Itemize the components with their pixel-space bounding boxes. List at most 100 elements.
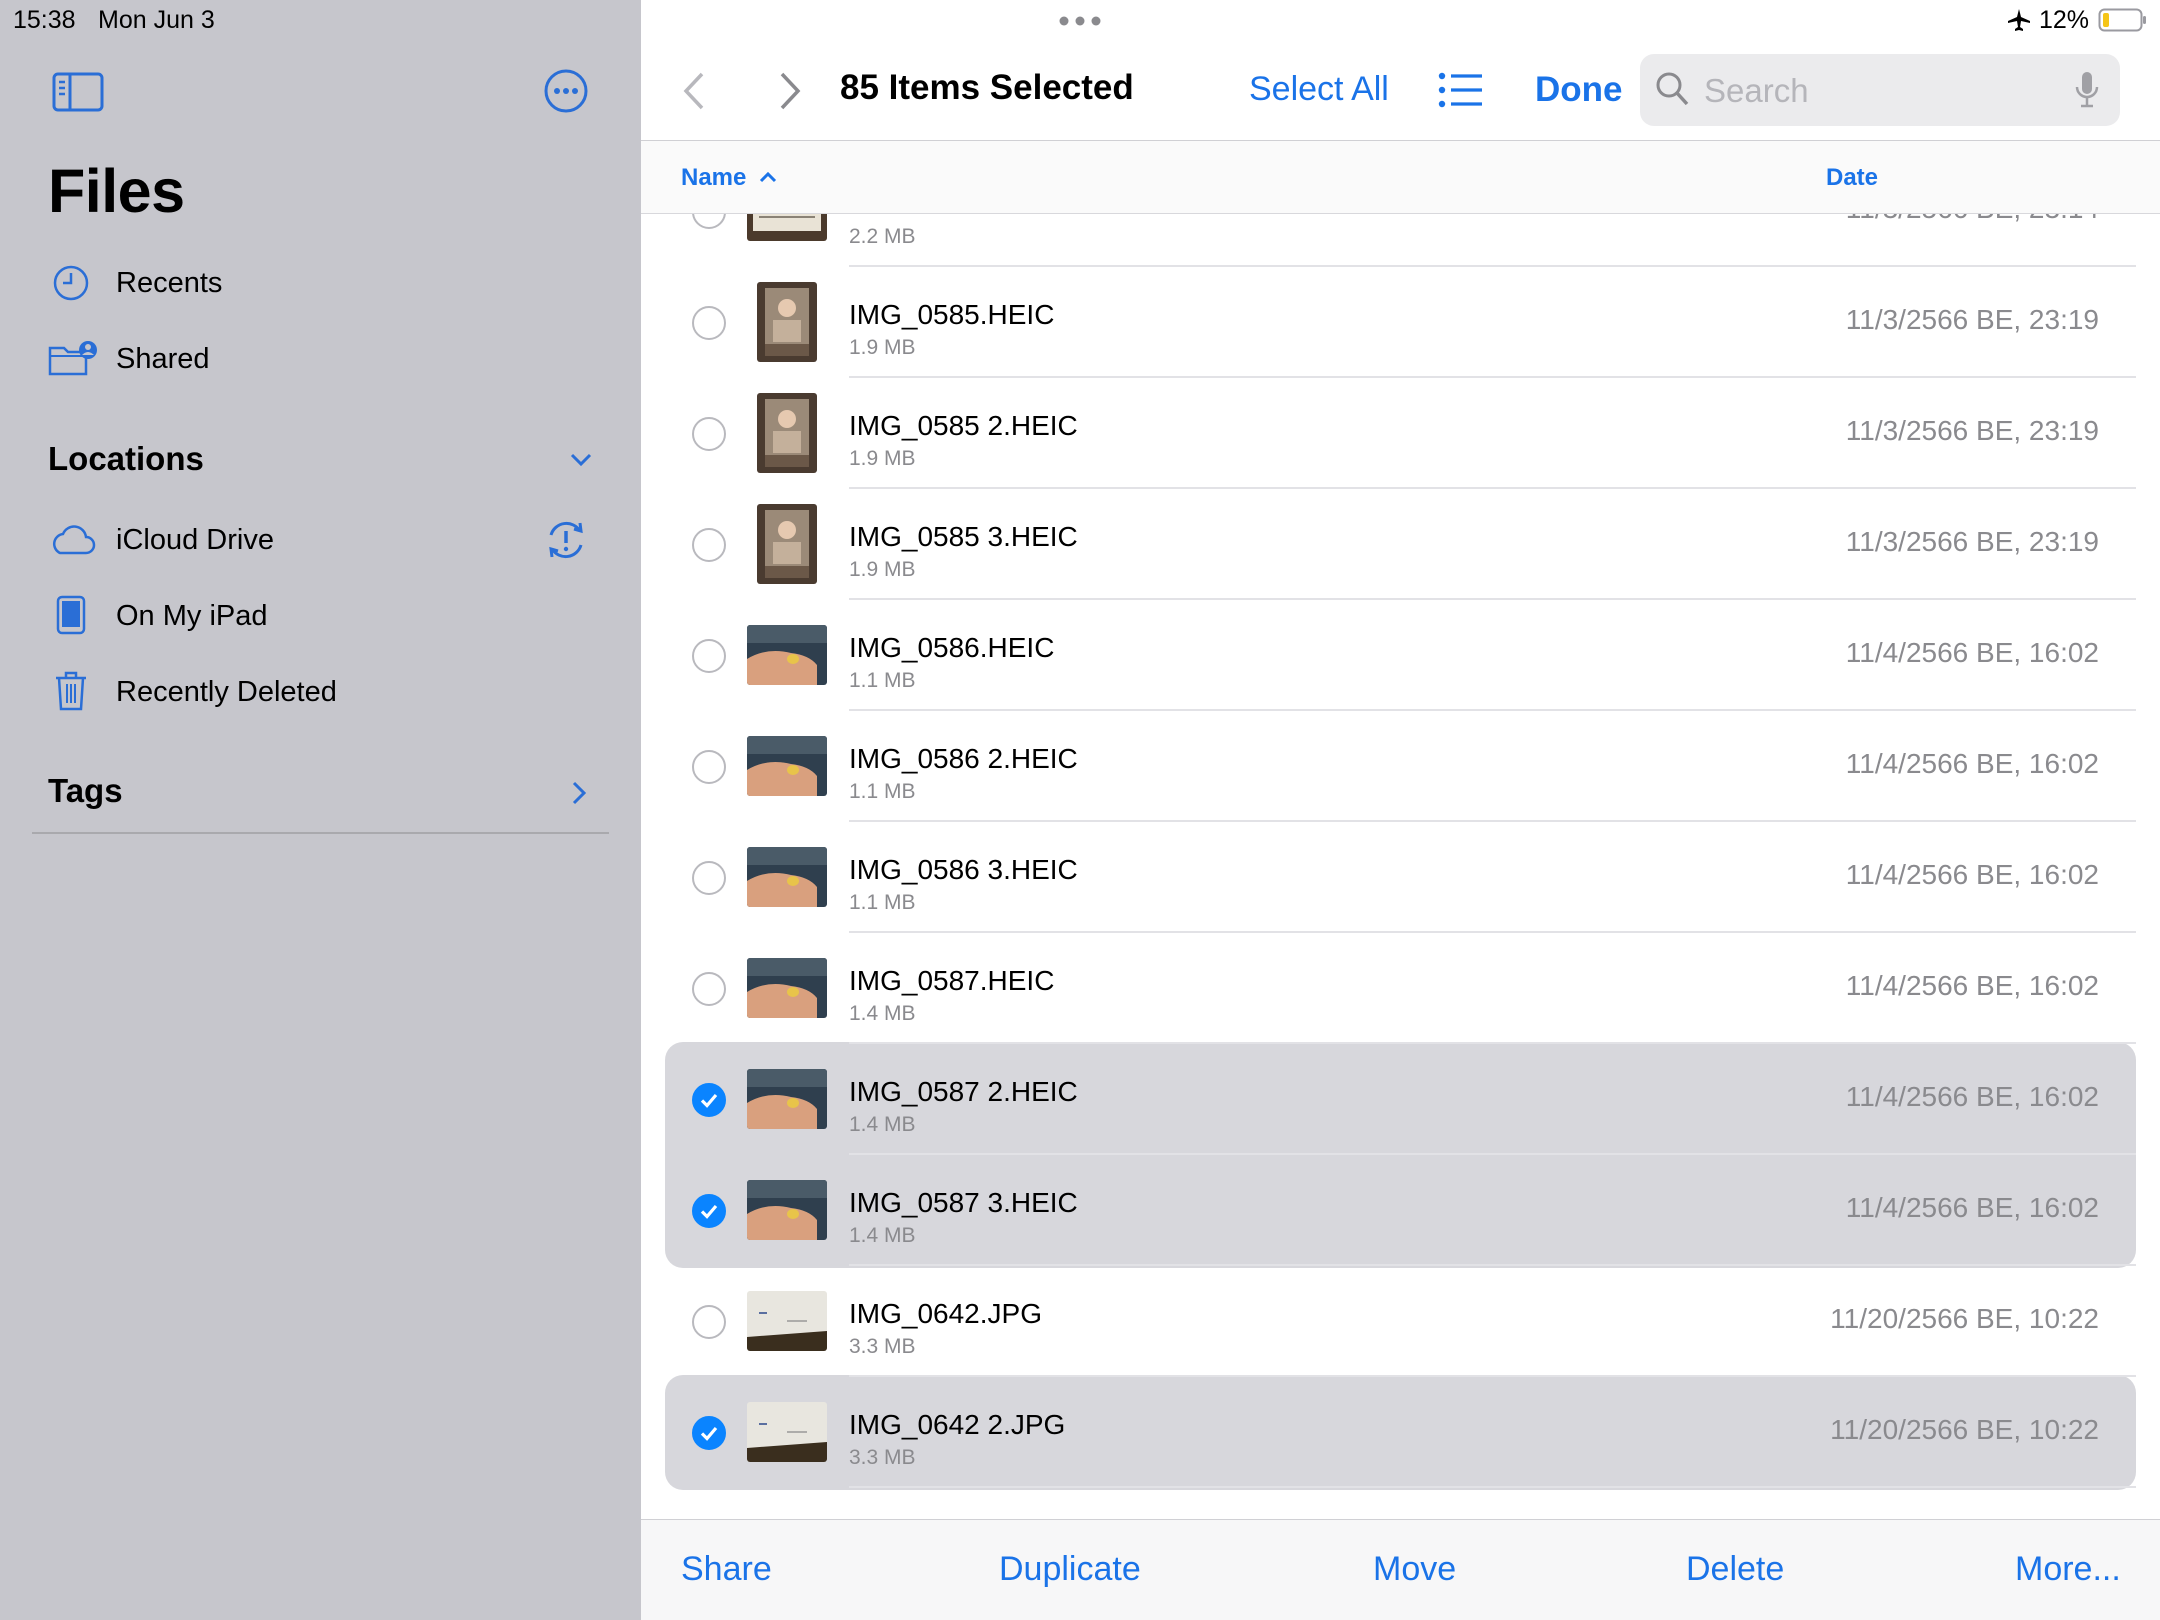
file-thumbnail — [757, 282, 817, 362]
sort-ascending-icon[interactable] — [758, 170, 778, 189]
file-name: IMG_0586 3.HEIC — [849, 854, 1078, 885]
file-size: 1.9 MB — [849, 558, 916, 581]
file-row[interactable]: IMG_0587 2.HEIC 1.4 MB 11/4/2566 BE, 16:02 — [665, 1044, 2136, 1155]
file-row[interactable]: IMG_0642.JPG 3.3 MB 11/20/2566 BE, 10:22 — [665, 1266, 2136, 1377]
file-row[interactable]: IMG_0585.HEIC 1.9 MB 11/3/2566 BE, 23:19 — [665, 267, 2136, 378]
checkbox-checked-icon[interactable] — [692, 1194, 726, 1228]
file-size: 1.1 MB — [849, 891, 916, 914]
multitasking-dots-icon[interactable] — [1058, 14, 1102, 26]
file-date: 11/3/2566 BE, 23:19 — [1845, 526, 2099, 557]
toolbar-title: 85 Items Selected — [840, 68, 1134, 107]
file-date: 11/3/2566 BE, 23:19 — [1845, 415, 2099, 446]
checkbox-unchecked-icon[interactable] — [692, 1305, 726, 1339]
file-list: 2.2 MB 11/3/2566 BE, 23:14 IMG_0585.HEIC 1.… — [0, 214, 2160, 1518]
file-date: 11/3/2566 BE, 23:14 — [1846, 214, 2099, 225]
more-options-icon[interactable] — [543, 68, 589, 114]
file-date: 11/4/2566 BE, 16:02 — [1845, 637, 2099, 668]
move-button[interactable]: Move — [1373, 1550, 1456, 1589]
done-button[interactable]: Done — [1535, 70, 1623, 110]
file-name: IMG_0586.HEIC — [849, 632, 1055, 663]
duplicate-button[interactable]: Duplicate — [999, 1550, 1141, 1589]
file-size: 1.4 MB — [849, 1002, 916, 1025]
file-thumbnail — [757, 393, 817, 473]
file-date: 11/20/2566 BE, 10:22 — [1830, 1414, 2099, 1445]
airplane-mode-icon — [2006, 8, 2032, 37]
file-thumbnail — [747, 736, 827, 796]
file-name: IMG_0585 3.HEIC — [849, 521, 1078, 552]
file-row[interactable]: IMG_0586 2.HEIC 1.1 MB 11/4/2566 BE, 16:02 — [665, 711, 2136, 822]
file-thumbnail — [747, 1069, 827, 1129]
search-field[interactable]: Search — [1640, 54, 2120, 126]
checkbox-unchecked-icon[interactable] — [692, 528, 726, 562]
file-row[interactable]: IMG_0586.HEIC 1.1 MB 11/4/2566 BE, 16:02 — [665, 600, 2136, 711]
file-date: 11/4/2566 BE, 16:02 — [1845, 1192, 2099, 1223]
file-name: IMG_0642 2.JPG — [849, 1409, 1066, 1440]
file-row[interactable]: IMG_0586 3.HEIC 1.1 MB 11/4/2566 BE, 16:02 — [665, 822, 2136, 933]
status-time: 15:38 — [13, 6, 76, 34]
share-button[interactable]: Share — [681, 1550, 772, 1589]
checkbox-unchecked-icon[interactable] — [692, 214, 726, 229]
file-thumbnail — [747, 847, 827, 907]
more-button[interactable]: More... — [2015, 1550, 2121, 1589]
file-thumbnail — [747, 1291, 827, 1351]
checkbox-unchecked-icon[interactable] — [692, 639, 726, 673]
checkbox-checked-icon[interactable] — [692, 1416, 726, 1450]
file-name: IMG_0586 2.HEIC — [849, 743, 1078, 774]
file-thumbnail — [747, 214, 827, 241]
checkbox-unchecked-icon[interactable] — [692, 861, 726, 895]
file-thumbnail — [757, 504, 817, 584]
file-thumbnail — [747, 1402, 827, 1462]
checkbox-unchecked-icon[interactable] — [692, 306, 726, 340]
search-icon — [1654, 70, 1692, 115]
file-size: 2.2 MB — [849, 225, 916, 248]
file-thumbnail — [747, 1180, 827, 1240]
file-row[interactable]: 2.2 MB 11/3/2566 BE, 23:14 — [665, 214, 2136, 267]
select-all-button[interactable]: Select All — [1249, 70, 1389, 109]
delete-button[interactable]: Delete — [1686, 1550, 1784, 1589]
file-date: 11/4/2566 BE, 16:02 — [1845, 859, 2099, 890]
column-header-bar — [641, 141, 2160, 213]
file-size: 1.4 MB — [849, 1113, 916, 1136]
microphone-icon[interactable] — [2074, 70, 2100, 115]
column-date-header[interactable]: Date — [1826, 164, 1878, 192]
file-size: 1.1 MB — [849, 780, 916, 803]
file-name: IMG_0587 3.HEIC — [849, 1187, 1078, 1218]
file-size: 1.1 MB — [849, 669, 916, 692]
file-row[interactable]: IMG_0585 3.HEIC 1.9 MB 11/3/2566 BE, 23:19 — [665, 489, 2136, 600]
file-row[interactable]: IMG_0642 2.JPG 3.3 MB 11/20/2566 BE, 10:22 — [665, 1377, 2136, 1488]
battery-icon — [2098, 8, 2148, 37]
row-divider — [849, 1486, 2136, 1488]
file-date: 11/4/2566 BE, 16:02 — [1845, 1081, 2099, 1112]
file-date: 11/4/2566 BE, 16:02 — [1845, 748, 2099, 779]
checkbox-unchecked-icon[interactable] — [692, 972, 726, 1006]
file-thumbnail — [747, 625, 827, 685]
checkbox-unchecked-icon[interactable] — [692, 750, 726, 784]
file-name: IMG_0585.HEIC — [849, 299, 1055, 330]
file-size: 1.4 MB — [849, 1224, 916, 1247]
file-size: 1.9 MB — [849, 336, 916, 359]
file-name: IMG_0587.HEIC — [849, 965, 1055, 996]
file-size: 3.3 MB — [849, 1335, 916, 1358]
file-date: 11/3/2566 BE, 23:19 — [1845, 304, 2099, 335]
search-input[interactable]: Search — [1704, 72, 1809, 110]
file-size: 3.3 MB — [849, 1446, 916, 1469]
file-row[interactable]: IMG_0587.HEIC 1.4 MB 11/4/2566 BE, 16:02 — [665, 933, 2136, 1044]
file-date: 11/4/2566 BE, 16:02 — [1845, 970, 2099, 1001]
file-size: 1.9 MB — [849, 447, 916, 470]
checkbox-unchecked-icon[interactable] — [692, 417, 726, 451]
file-name: IMG_0587 2.HEIC — [849, 1076, 1078, 1107]
checkbox-checked-icon[interactable] — [692, 1083, 726, 1117]
battery-percent: 12% — [2039, 6, 2090, 34]
list-view-icon[interactable] — [1438, 72, 1484, 113]
back-button[interactable] — [680, 70, 708, 117]
file-name: IMG_0642.JPG — [849, 1298, 1042, 1329]
sidebar-toggle-icon[interactable] — [52, 72, 104, 112]
status-date: Mon Jun 3 — [98, 6, 215, 34]
file-name: IMG_0585 2.HEIC — [849, 410, 1078, 441]
forward-button[interactable] — [776, 70, 804, 117]
column-name-header[interactable]: Name — [681, 164, 746, 192]
file-thumbnail — [747, 958, 827, 1018]
file-row[interactable]: IMG_0585 2.HEIC 1.9 MB 11/3/2566 BE, 23:19 — [665, 378, 2136, 489]
file-date: 11/20/2566 BE, 10:22 — [1830, 1303, 2099, 1334]
file-row[interactable]: IMG_0587 3.HEIC 1.4 MB 11/4/2566 BE, 16:02 — [665, 1155, 2136, 1266]
